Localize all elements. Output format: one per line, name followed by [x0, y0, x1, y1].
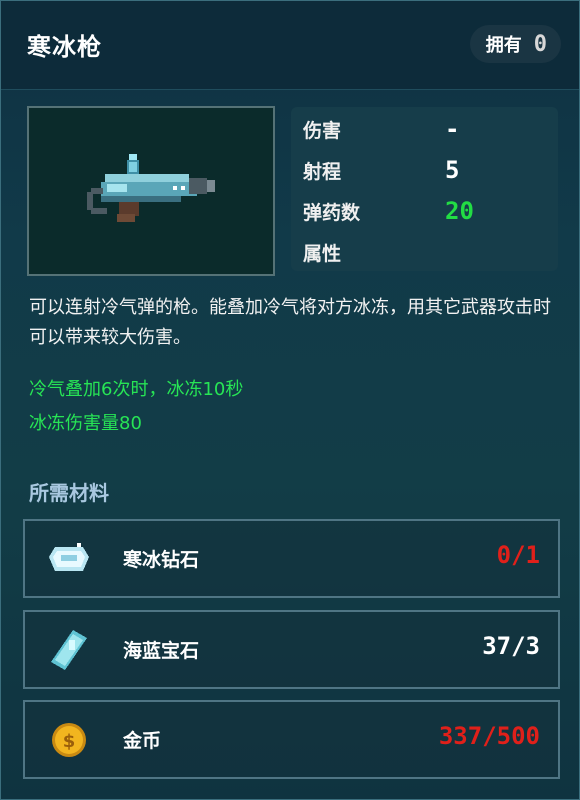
material-amount: 337/500 — [438, 722, 540, 750]
effect-line: 冷气叠加6次时，冰冻10秒 — [29, 379, 244, 400]
material-row[interactable]: 寒冰钻石 0/1 — [23, 519, 560, 598]
gold-coin-icon: $ — [52, 723, 86, 757]
stats-panel: 伤害 - 射程 5 弹药数 20 属性 — [291, 107, 558, 271]
damage-label: 伤害 — [303, 119, 342, 142]
attribute-label: 属性 — [303, 242, 342, 265]
svg-text:$: $ — [63, 731, 76, 752]
material-name: 寒冰钻石 — [123, 549, 200, 571]
ammo-label: 弹药数 — [303, 201, 361, 224]
ammo-value: 20 — [445, 197, 474, 225]
aquamarine-icon — [51, 630, 87, 670]
material-row[interactable]: $ 金币 337/500 — [23, 700, 560, 779]
owned-count: 0 — [533, 31, 547, 57]
weapon-description: 可以连射冷气弹的枪。能叠加冷气将对方冰冻，用其它武器攻击时可以带来较大伤害。 — [29, 297, 551, 348]
materials-title: 所需材料 — [29, 481, 109, 505]
ice-gun-icon — [87, 154, 215, 222]
range-label: 射程 — [303, 160, 342, 183]
stat-damage: 伤害 - — [303, 111, 553, 147]
material-amount: 37/3 — [482, 632, 540, 660]
weapon-title: 寒冰枪 — [27, 33, 102, 61]
owned-label: 拥有 — [485, 35, 522, 56]
weapon-detail-panel: 寒冰枪 拥有 0 伤害 - 射程 5 弹药数 20 属性 可以连射冷气弹的枪。能… — [0, 0, 580, 800]
ice-diamond-icon — [49, 543, 89, 571]
material-row[interactable]: 海蓝宝石 37/3 — [23, 610, 560, 689]
stat-attribute: 属性 — [303, 234, 553, 270]
damage-value: - — [445, 115, 460, 143]
owned-badge: 拥有 0 — [469, 25, 561, 63]
weapon-preview — [27, 106, 275, 276]
material-name: 海蓝宝石 — [123, 640, 200, 662]
stat-ammo: 弹药数 20 — [303, 193, 553, 229]
effect-line: 冰冻伤害量80 — [29, 413, 142, 434]
range-value: 5 — [445, 156, 460, 184]
material-amount: 0/1 — [496, 541, 540, 569]
header: 寒冰枪 拥有 0 — [1, 1, 579, 90]
material-name: 金币 — [123, 730, 162, 752]
stat-range: 射程 5 — [303, 152, 553, 188]
